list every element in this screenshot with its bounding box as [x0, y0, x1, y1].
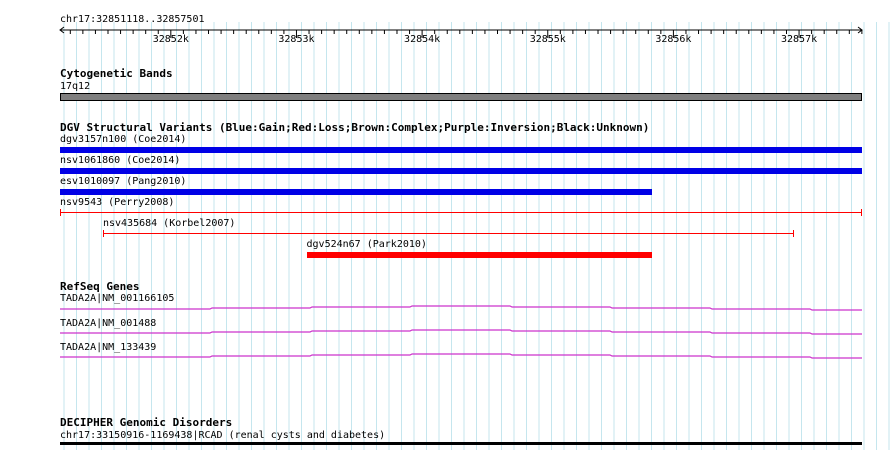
decipher-track-title: DECIPHER Genomic Disorders: [60, 416, 233, 429]
refseq-gene-model: [60, 305, 862, 311]
genome-browser-panel: chr17:32851118..32857501 32852k 32853k 328…: [0, 0, 890, 450]
refseq-gene-models[interactable]: [0, 0, 890, 450]
decipher-feature-label: chr17:33150916-1169438|RCAD (renal cysts…: [60, 430, 386, 441]
decipher-feature-bar[interactable]: [60, 442, 862, 445]
refseq-gene-model: [60, 353, 862, 359]
refseq-gene-model: [60, 329, 862, 335]
